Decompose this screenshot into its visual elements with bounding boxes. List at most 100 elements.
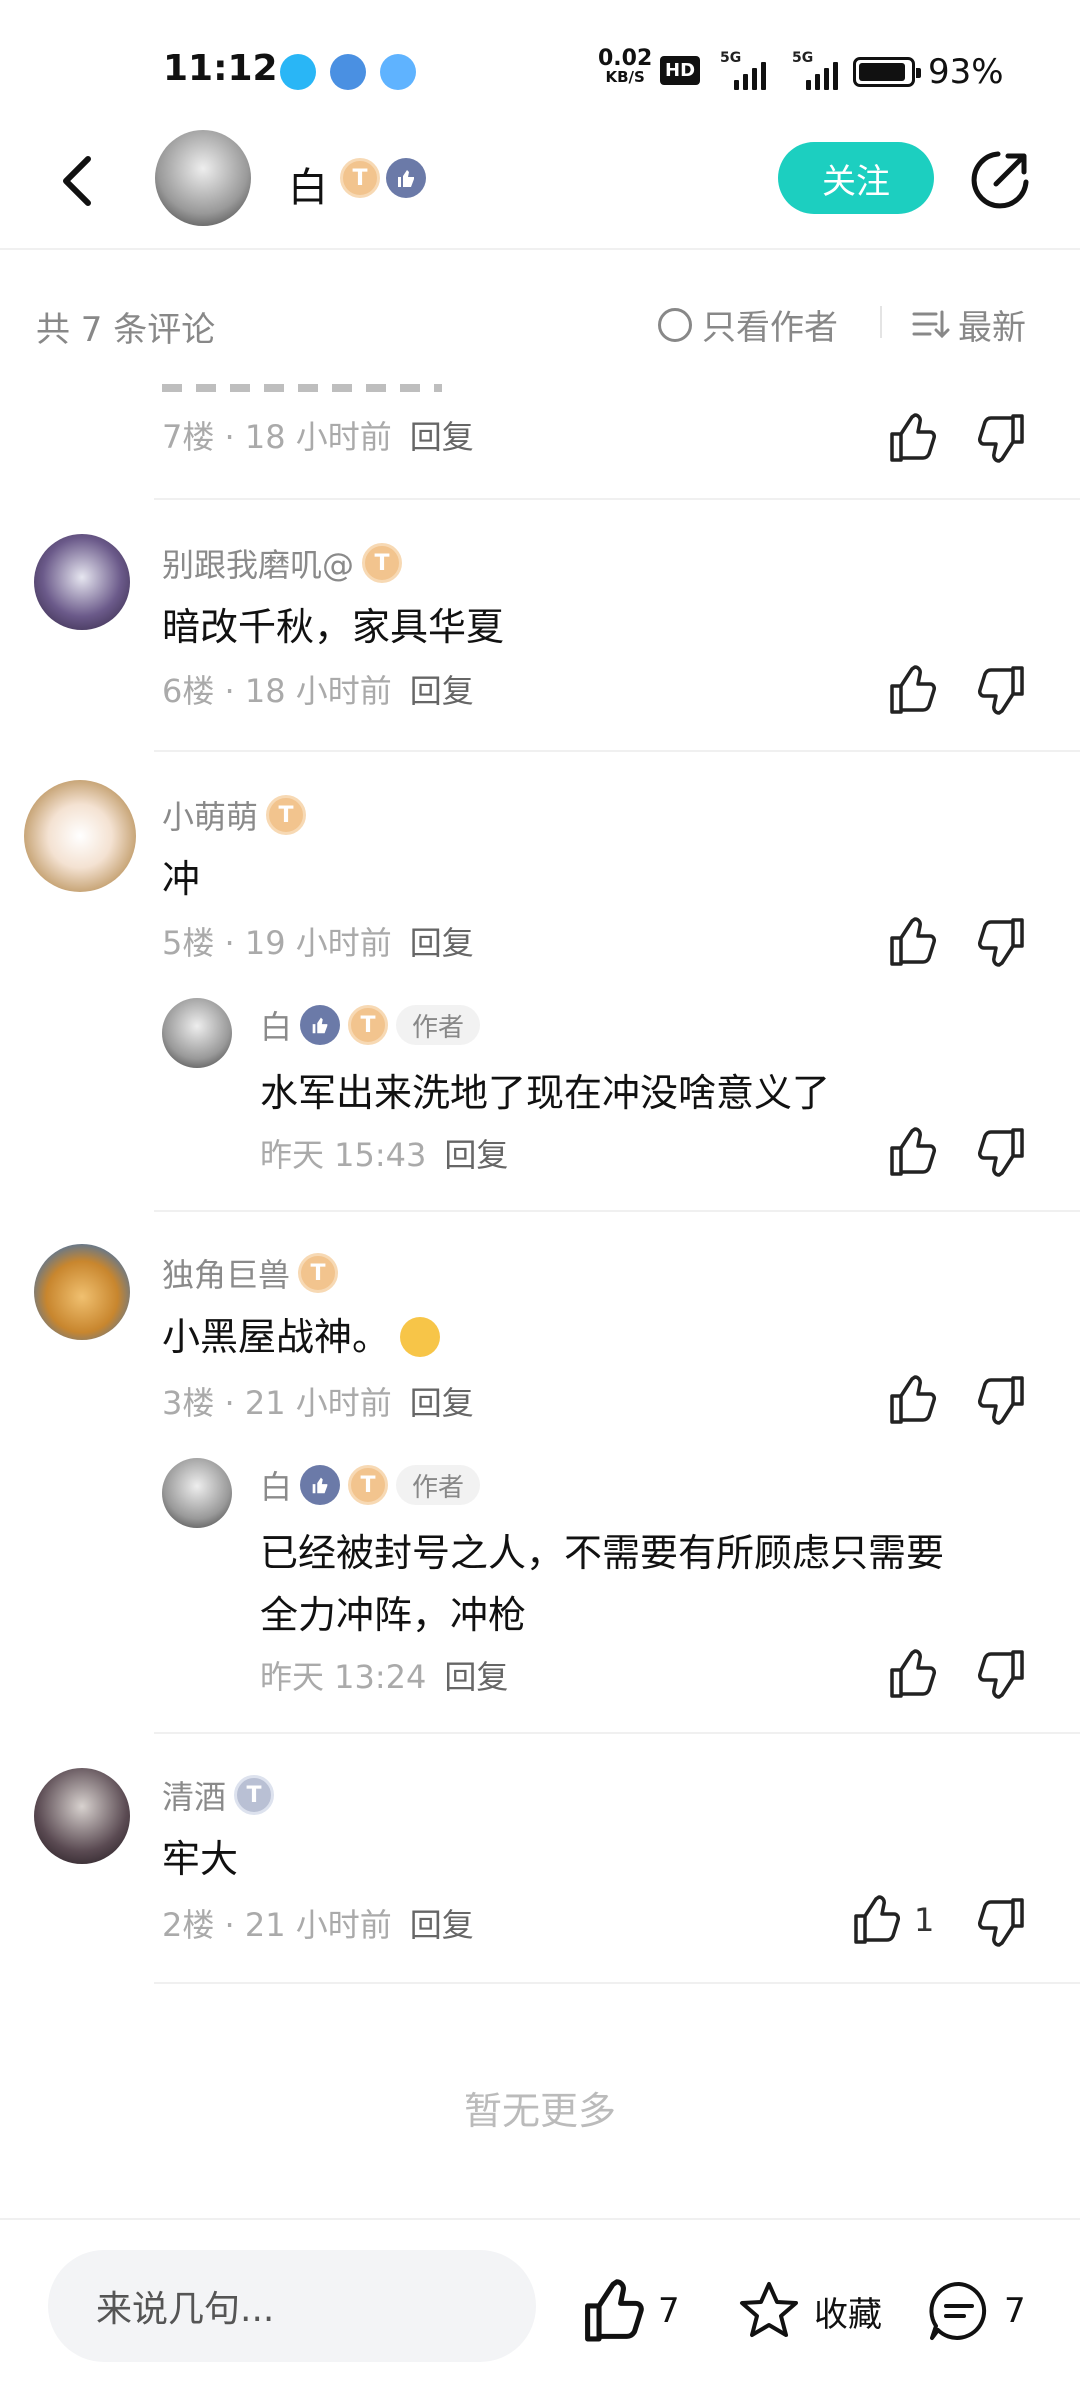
dislike-icon[interactable]: [976, 1648, 1028, 1700]
comment-text-row: 小黑屋战神。: [162, 1306, 441, 1368]
post-like-button[interactable]: 7: [580, 2278, 680, 2344]
like-count: 1: [914, 1901, 935, 1939]
comments-count: 7: [1004, 2291, 1026, 2331]
comment-meta: 3楼 · 21 小时前 回复: [162, 1384, 474, 1422]
comment-bubble-icon: [929, 2281, 987, 2340]
reply-text-line2: 全力冲阵，冲枪: [260, 1593, 527, 1637]
dislike-icon[interactable]: [976, 1126, 1028, 1178]
hd-icon: HD: [660, 56, 701, 85]
author-tag: 作者: [396, 1465, 481, 1505]
comment-meta: 2楼 · 21 小时前 回复: [162, 1906, 474, 1944]
level-badge: T: [234, 1775, 275, 1815]
comment-meta: 6楼 · 18 小时前 回复: [162, 672, 474, 710]
thumb-badge-icon: [300, 1005, 341, 1045]
comment-text: 牢大: [162, 1837, 239, 1881]
reply-avatar[interactable]: [162, 998, 232, 1068]
share-icon[interactable]: [968, 148, 1032, 212]
like-icon[interactable]: [886, 1126, 938, 1178]
like-button[interactable]: 1: [850, 1894, 934, 1946]
comments-button[interactable]: 7: [926, 2278, 1026, 2344]
app-notification-icon: [330, 54, 366, 90]
author-tag: 作者: [396, 1005, 481, 1045]
commenter-avatar[interactable]: [34, 534, 130, 630]
author-name[interactable]: 白: [288, 155, 328, 213]
commenter-name[interactable]: 独角巨兽 T: [162, 1250, 339, 1296]
reply-button[interactable]: 回复: [410, 924, 474, 962]
reply-author-name[interactable]: 白 T 作者: [260, 1002, 481, 1048]
thumb-badge-icon: [300, 1465, 341, 1505]
comment-divider: [154, 1732, 1080, 1734]
like-icon[interactable]: [886, 412, 938, 464]
network-speed: 0.02 KB/S: [598, 46, 653, 87]
dislike-icon[interactable]: [976, 412, 1028, 464]
radio-icon: [658, 307, 692, 342]
dislike-icon[interactable]: [976, 916, 1028, 968]
commenter-avatar[interactable]: [34, 1244, 130, 1340]
comment-count: 共 7 条评论: [36, 310, 216, 350]
battery-percent: 93%: [928, 52, 1004, 92]
clipped-comment-text: [162, 374, 442, 392]
like-icon[interactable]: [886, 1374, 938, 1426]
post-like-count: 7: [658, 2291, 680, 2331]
level-badge: T: [362, 543, 403, 583]
reply-button[interactable]: 回复: [444, 1136, 508, 1174]
no-more-text: 暂无更多: [463, 2089, 616, 2133]
level-badge: T: [348, 1465, 389, 1505]
comment-input[interactable]: 来说几句...: [48, 2250, 536, 2362]
reply-button[interactable]: 回复: [410, 418, 474, 456]
status-time: 11:12: [163, 48, 278, 89]
dislike-icon[interactable]: [976, 1374, 1028, 1426]
like-icon[interactable]: [886, 664, 938, 716]
comment-divider: [154, 1210, 1080, 1212]
comment-meta: 7楼 · 18 小时前 回复: [162, 418, 474, 456]
level-badge: T: [340, 158, 380, 198]
reply-button[interactable]: 回复: [410, 1384, 474, 1422]
collect-label: 收藏: [814, 2294, 882, 2335]
reply-button[interactable]: 回复: [410, 672, 474, 710]
qq-icon: [280, 54, 316, 90]
toolbar-divider: [880, 306, 882, 338]
status-bar: 11:12 0.02 KB/S HD 5G 5G 93%: [163, 46, 1004, 93]
comment-text: 暗改千秋，家具华夏: [162, 605, 505, 649]
reply-avatar[interactable]: [162, 1458, 232, 1528]
like-icon[interactable]: [886, 916, 938, 968]
reply-button[interactable]: 回复: [444, 1658, 508, 1696]
commenter-avatar[interactable]: [24, 780, 136, 892]
back-arrow-icon[interactable]: [58, 153, 98, 209]
reply-text-line1: 已经被封号之人，不需要有所顾虑只需要: [260, 1531, 945, 1575]
commenter-name[interactable]: 小萌萌 T: [162, 792, 307, 838]
sort-icon: [912, 310, 950, 338]
comment-text: 小黑屋战神。: [162, 1315, 391, 1359]
level-badge: T: [298, 1253, 339, 1293]
collect-button[interactable]: 收藏: [736, 2278, 882, 2344]
follow-button[interactable]: 关注: [778, 142, 934, 214]
thumb-badge-icon: [386, 158, 426, 198]
reply-button[interactable]: 回复: [410, 1906, 474, 1944]
star-icon: [740, 2282, 798, 2337]
reply-meta: 昨天 15:43 回复: [260, 1136, 509, 1174]
sort-label: 最新: [958, 308, 1026, 348]
only-author-toggle[interactable]: 只看作者: [658, 300, 838, 349]
comment-divider: [154, 750, 1080, 752]
like-icon[interactable]: [886, 1648, 938, 1700]
dislike-icon[interactable]: [976, 1896, 1028, 1948]
dislike-icon[interactable]: [976, 664, 1028, 716]
comment-meta: 5楼 · 19 小时前 回复: [162, 924, 474, 962]
browser-notification-icon: [380, 54, 416, 90]
level-badge: T: [348, 1005, 389, 1045]
author-avatar[interactable]: [155, 130, 251, 226]
emoji-icon: [400, 1317, 441, 1357]
level-badge: T: [266, 795, 307, 835]
commenter-name[interactable]: 别跟我磨叽@ T: [162, 540, 403, 586]
comment-divider: [154, 498, 1080, 500]
reply-author-name[interactable]: 白 T 作者: [260, 1462, 481, 1508]
battery-icon: [853, 57, 921, 87]
commenter-avatar[interactable]: [34, 1768, 130, 1864]
comment-text: 冲: [162, 857, 201, 901]
only-author-label: 只看作者: [702, 308, 838, 348]
reply-text: 水军出来洗地了现在冲没啥意义了: [260, 1071, 831, 1115]
reply-meta: 昨天 13:24 回复: [260, 1658, 509, 1696]
commenter-name[interactable]: 清酒 T: [162, 1772, 275, 1818]
comment-divider: [154, 1982, 1080, 1984]
sort-button[interactable]: 最新: [912, 300, 1026, 349]
